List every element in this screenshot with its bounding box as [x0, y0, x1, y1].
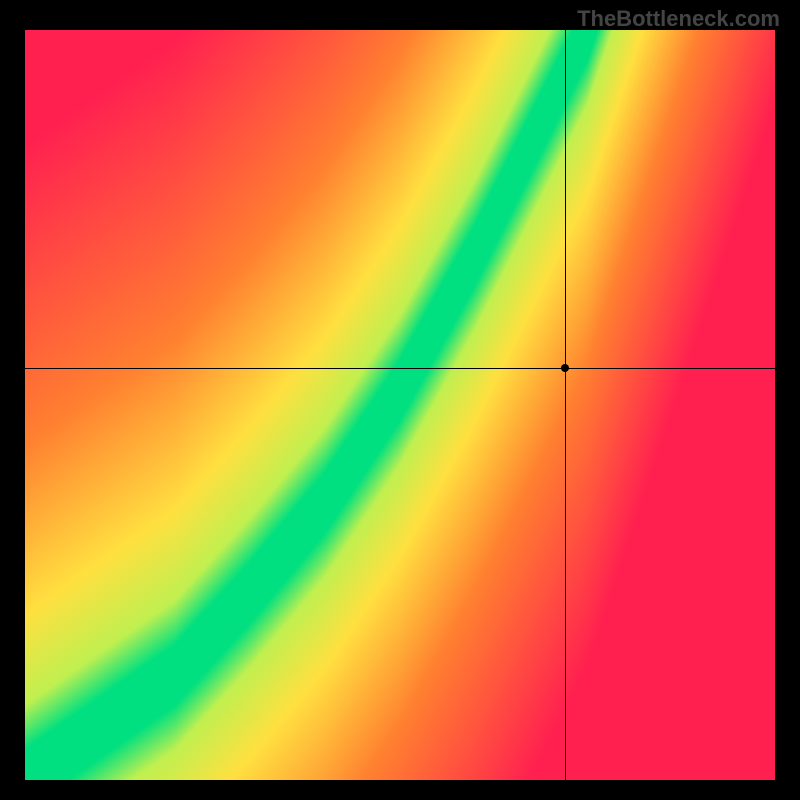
crosshair-horizontal: [25, 368, 775, 369]
heatmap-plot: [25, 30, 775, 780]
heatmap-canvas: [25, 30, 775, 780]
data-point-marker: [561, 364, 569, 372]
watermark-text: TheBottleneck.com: [577, 6, 780, 32]
crosshair-vertical: [565, 30, 566, 780]
